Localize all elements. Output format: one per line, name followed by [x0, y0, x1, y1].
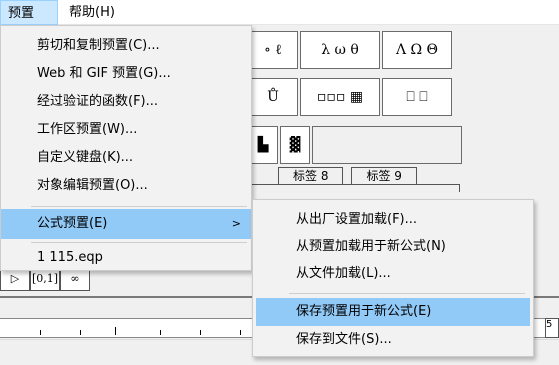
palette-button-template-b[interactable]: ▓	[280, 126, 310, 164]
menu-item-save-prefs-for-new[interactable]: 保存预置用于新公式(E)	[256, 298, 530, 326]
menu-item-object-editing-prefs[interactable]: 对象编辑预置(O)...	[1, 172, 251, 200]
menu-item-equation-prefs[interactable]: 公式预置(E) >	[1, 209, 251, 239]
palette-button-empty	[312, 126, 462, 164]
menubar: 预置(P) 帮助(H)	[0, 0, 559, 46]
palette-button-greek-upper[interactable]: Λ Ω Θ	[382, 31, 452, 69]
palette-button-boxes[interactable]: ⎕ ⎕	[382, 78, 452, 116]
menu-item-workspace-prefs[interactable]: 工作区预置(W)...	[1, 116, 251, 144]
tab-label-9[interactable]: 标签 9	[351, 167, 417, 185]
menu-item-cut-copy-prefs[interactable]: 剪切和复制预置(C)...	[1, 32, 251, 60]
palette-button-matrix[interactable]: ▫▫▫ ▦	[300, 78, 380, 116]
equation-prefs-submenu: 从出厂设置加载(F)... 从预置加载用于新公式(N) 从文件加载(L)... …	[252, 199, 534, 357]
menu-item-load-factory-settings[interactable]: 从出厂设置加载(F)...	[256, 206, 530, 234]
menu-separator	[31, 242, 247, 243]
menu-separator	[31, 206, 247, 207]
ruler-end-label: 5	[545, 318, 559, 338]
palette-button-embellishment[interactable]: Ů	[248, 78, 298, 116]
presets-dropdown-menu: 剪切和复制预置(C)... Web 和 GIF 预置(G)... 经过验证的函数…	[0, 25, 252, 271]
palette-button-greek-lower[interactable]: λ ω θ	[300, 31, 380, 69]
symbol-palette-row-2: Ů ▫▫▫ ▦ ⎕ ⎕	[248, 78, 454, 118]
palette-button-misc[interactable]: ∘ ℓ	[248, 31, 298, 69]
menu-item-load-prefs-for-new[interactable]: 从预置加载用于新公式(N)	[256, 233, 530, 261]
menu-item-load-from-file[interactable]: 从文件加载(L)...	[256, 260, 530, 288]
tab-label-8[interactable]: 标签 8	[278, 167, 344, 185]
menu-presets[interactable]: 预置(P)	[0, 0, 58, 46]
symbol-palette-row-3: ▙ ▓	[248, 126, 464, 166]
submenu-arrow-icon: >	[231, 217, 241, 230]
palette-button-template-a[interactable]: ▙	[248, 126, 278, 164]
menu-separator	[289, 293, 525, 294]
menu-item-recent-file[interactable]: 1 115.eqp	[1, 244, 251, 272]
menu-item-recognized-functions[interactable]: 经过验证的函数(F)...	[1, 88, 251, 116]
menu-item-save-to-file[interactable]: 保存到文件(S)...	[256, 326, 530, 354]
menu-help[interactable]: 帮助(H)	[62, 0, 124, 25]
tab-content-area	[248, 184, 460, 192]
menu-item-customize-keyboard[interactable]: 自定义键盘(K)...	[1, 144, 251, 172]
symbol-palette-row-1: ∘ ℓ λ ω θ Λ Ω Θ	[248, 31, 454, 71]
menu-item-web-gif-prefs[interactable]: Web 和 GIF 预置(G)...	[1, 60, 251, 88]
